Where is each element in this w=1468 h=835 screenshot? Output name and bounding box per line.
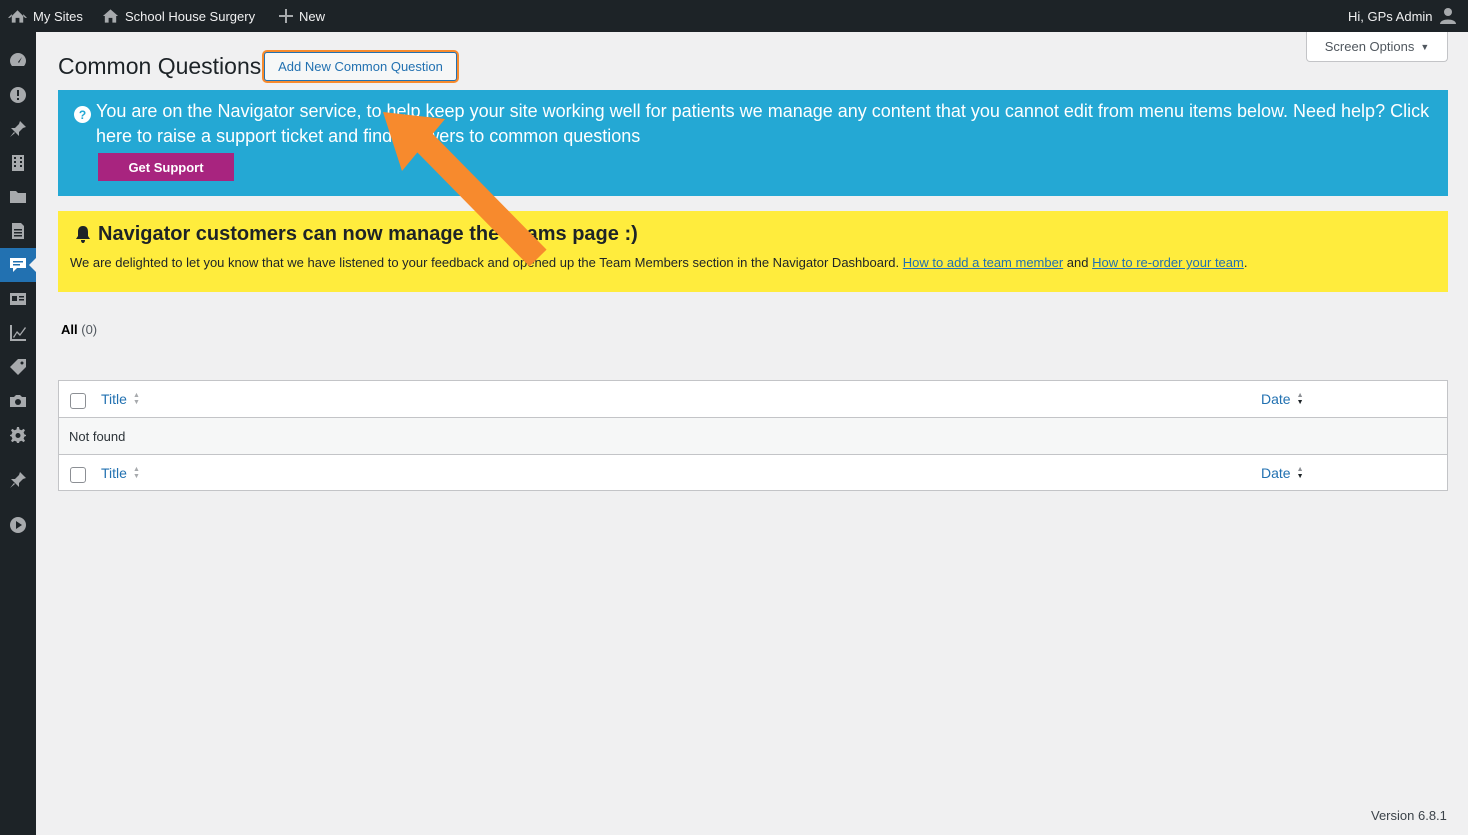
page-icon[interactable] — [0, 214, 36, 248]
home-icon — [102, 9, 119, 23]
announcement-period: . — [1243, 255, 1248, 270]
dashboard-icon[interactable] — [0, 43, 36, 77]
title-column-header[interactable]: Title ▲ ▼ — [101, 391, 140, 407]
greeting-label: Hi, GPs Admin — [1348, 8, 1433, 24]
account-menu[interactable]: Hi, GPs Admin — [1348, 0, 1457, 32]
sort-desc-icon-footer: ▲ ▼ — [1296, 466, 1304, 480]
id-card-icon[interactable] — [0, 282, 36, 316]
how-to-add-team-member-link[interactable]: How to add a team member — [903, 255, 1063, 270]
date-column-footer[interactable]: Date ▲ ▼ — [1261, 465, 1304, 481]
announcement-title: Navigator customers can now manage the T… — [74, 223, 638, 246]
filter-all[interactable]: All (0) — [61, 322, 97, 337]
pin-icon[interactable] — [0, 112, 36, 146]
new-content-menu[interactable]: New — [279, 0, 325, 32]
new-label: New — [299, 8, 326, 24]
camera-icon[interactable] — [0, 384, 36, 418]
sort-desc-icon: ▲ ▼ — [1296, 392, 1304, 406]
table-footer-row: Title ▲ ▼ Date ▲ ▼ — [59, 454, 1447, 491]
folder-icon[interactable] — [0, 180, 36, 214]
questions-table: Title ▲ ▼ Date ▲ ▼ Not found Title ▲ ▼ Date… — [58, 380, 1448, 491]
navigator-notice-text[interactable]: You are on the Navigator service, to hel… — [96, 99, 1441, 149]
alert-icon[interactable] — [0, 78, 36, 112]
title-column-footer[interactable]: Title ▲ ▼ — [101, 465, 140, 481]
teams-announcement: Navigator customers can now manage the T… — [58, 211, 1448, 292]
select-all-checkbox-footer[interactable] — [70, 467, 86, 483]
sort-icon-footer: ▲ ▼ — [132, 466, 140, 480]
table-header-row: Title ▲ ▼ Date ▲ ▼ — [59, 381, 1447, 418]
site-name-label: School House Surgery — [125, 8, 256, 24]
date-column-label[interactable]: Date — [1261, 391, 1291, 407]
announcement-body: We are delighted to let you know that we… — [70, 255, 1247, 270]
bell-icon — [76, 226, 90, 243]
my-sites-icon — [8, 10, 27, 23]
admin-sidebar — [0, 32, 36, 835]
title-column-footer-label[interactable]: Title — [101, 465, 127, 481]
comment-icon[interactable] — [0, 248, 36, 282]
caret-down-icon: ▼ — [1420, 41, 1430, 52]
admin-bar: My Sites School House Surgery New Hi, GP… — [0, 0, 1468, 32]
get-support-button[interactable]: Get Support — [98, 153, 234, 181]
version-label: Version 6.8.1 — [1371, 808, 1447, 823]
page-title: Common Questions — [58, 53, 262, 79]
site-name-menu[interactable]: School House Surgery — [102, 0, 255, 32]
my-sites-label: My Sites — [33, 8, 83, 24]
date-column-header[interactable]: Date ▲ ▼ — [1261, 391, 1304, 407]
how-to-reorder-team-link[interactable]: How to re-order your team — [1092, 255, 1244, 270]
screen-options-button[interactable]: Screen Options ▼ — [1306, 32, 1448, 62]
add-new-common-question-button[interactable]: Add New Common Question — [264, 52, 457, 81]
my-sites-menu[interactable]: My Sites — [8, 0, 83, 32]
date-column-footer-label[interactable]: Date — [1261, 465, 1291, 481]
building-icon[interactable] — [0, 146, 36, 180]
help-icon: ? — [74, 106, 91, 123]
user-avatar-icon — [1439, 8, 1456, 24]
announcement-title-text: Navigator customers can now manage the T… — [98, 223, 638, 245]
navigator-notice: ? You are on the Navigator service, to h… — [58, 90, 1448, 196]
announcement-and: and — [1066, 255, 1089, 270]
pin-icon-2[interactable] — [0, 463, 36, 497]
gear-icon[interactable] — [0, 418, 36, 452]
filter-all-label[interactable]: All — [61, 322, 78, 337]
sort-icon: ▲ ▼ — [132, 392, 140, 406]
empty-message: Not found — [69, 429, 126, 444]
screen-options-label: Screen Options — [1324, 39, 1415, 54]
select-all-checkbox[interactable] — [70, 393, 86, 409]
filter-all-count: (0) — [81, 322, 98, 337]
chart-icon[interactable] — [0, 316, 36, 350]
table-row: Not found — [59, 418, 1447, 455]
play-icon[interactable] — [0, 508, 36, 542]
plus-icon — [279, 9, 293, 23]
announcement-text: We are delighted to let you know that we… — [70, 255, 900, 270]
tag-icon[interactable] — [0, 350, 36, 384]
title-column-label[interactable]: Title — [101, 391, 127, 407]
